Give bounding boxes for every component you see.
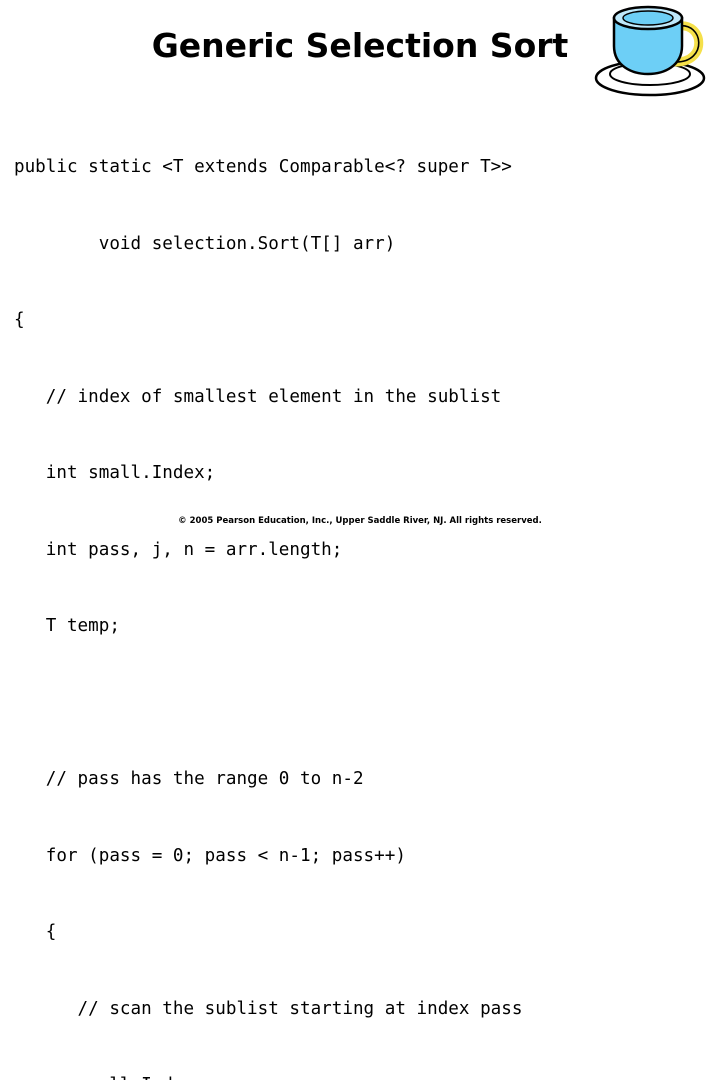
code-line: void selection.Sort(T[] arr) — [14, 233, 396, 254]
code-line: public static <T extends Comparable<? su… — [14, 157, 512, 177]
code-line: T temp; — [14, 616, 120, 636]
code-line: { — [14, 310, 25, 330]
code-line: { — [14, 922, 57, 942]
code-line: int small.Index; — [14, 463, 216, 483]
slide-root: Generic Selection Sort public static <T … — [0, 0, 720, 1080]
code-line: small.Index = pass; — [14, 1073, 714, 1080]
code-line: // scan the sublist starting at index pa… — [14, 998, 523, 1019]
page-title: Generic Selection Sort — [151, 26, 569, 65]
code-line: for (pass = 0; pass < n-1; pass++) — [14, 845, 406, 866]
code-line: // index of smallest element in the subl… — [14, 386, 502, 407]
code-line: // pass has the range 0 to n-2 — [14, 769, 364, 789]
code-line: int pass, j, n = arr.length; — [14, 539, 343, 560]
code-block: public static <T extends Comparable<? su… — [14, 104, 714, 1080]
copyright-footer: © 2005 Pearson Education, Inc., Upper Sa… — [178, 516, 542, 526]
